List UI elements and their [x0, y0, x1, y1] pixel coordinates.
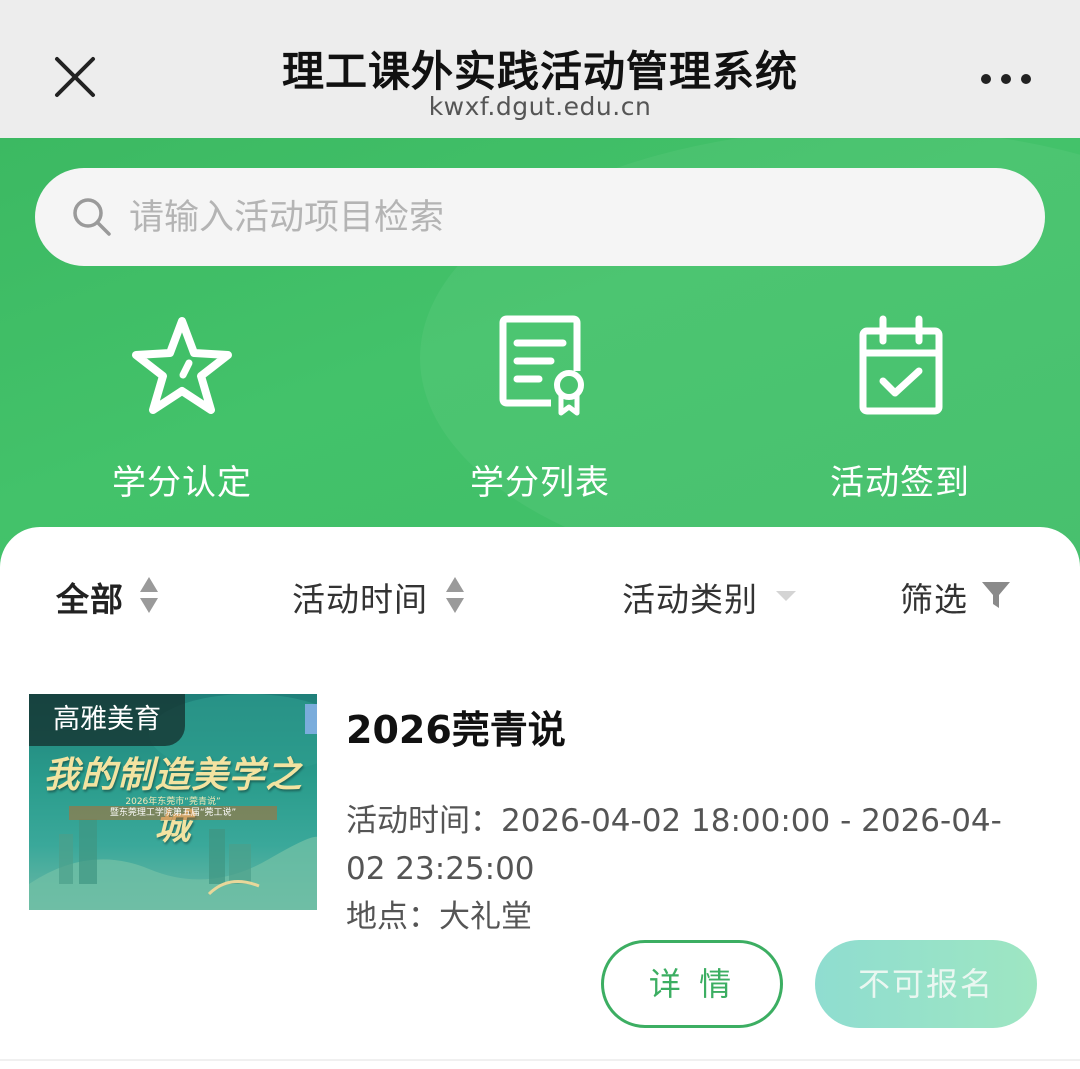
activity-title[interactable]: 2026莞青说 — [346, 699, 566, 754]
dropdown-icon — [774, 588, 798, 607]
activity-place-label: 地点： — [346, 899, 439, 935]
filter-activity-time[interactable]: 活动时间 — [292, 575, 466, 619]
star-icon — [62, 313, 302, 418]
page-title: 理工课外实践活动管理系统 — [281, 47, 798, 96]
filter-activity-category[interactable]: 活动类别 — [622, 575, 798, 619]
nav-label: 活动签到 — [830, 463, 970, 503]
image-subtitle-banner: 暨东莞理工学院第五届“莞工说” — [69, 806, 277, 820]
list-divider — [0, 1059, 1080, 1061]
nav-activity-checkin[interactable]: 活动签到 — [780, 313, 1020, 503]
nav-label: 学分列表 — [470, 463, 610, 503]
category-tag: 高雅美育 — [29, 694, 185, 746]
search-bar[interactable] — [35, 168, 1045, 266]
more-dots-icon[interactable] — [976, 68, 1036, 90]
nav-label: 学分认定 — [112, 463, 252, 503]
detail-button[interactable]: 详 情 — [601, 940, 783, 1028]
search-input[interactable] — [127, 182, 1011, 254]
activity-place: 地点：大礼堂 — [346, 893, 1026, 941]
filter-label: 筛选 — [900, 580, 968, 619]
nav-credit-list[interactable]: 学分列表 — [420, 313, 660, 503]
signup-button: 不可报名 — [815, 940, 1037, 1028]
page-url: kwxf.dgut.edu.cn — [428, 92, 652, 121]
filter-all[interactable]: 全部 — [56, 575, 160, 619]
calendar-check-icon — [780, 313, 1020, 418]
nav-credit-recognition[interactable]: 学分认定 — [62, 313, 302, 503]
filter-label: 活动类别 — [622, 580, 758, 619]
top-bar: 理工课外实践活动管理系统 kwxf.dgut.edu.cn — [0, 0, 1080, 138]
activity-time-label: 活动时间： — [346, 803, 501, 839]
sort-icon — [444, 575, 466, 619]
activity-list-panel: 全部 活动时间 活动类别 筛选 高雅美育 我的制造美学之城 2026年东莞市“莞… — [0, 527, 1080, 1069]
search-icon — [71, 196, 113, 238]
sort-icon — [138, 575, 160, 619]
filter-label: 全部 — [56, 580, 124, 619]
certificate-icon — [420, 313, 660, 418]
activity-image[interactable]: 高雅美育 我的制造美学之城 2026年东莞市“莞青说” 暨东莞理工学院第五届“莞… — [29, 694, 317, 910]
header-banner: 学分认定 学分列表 活动签到 — [0, 138, 1080, 578]
filter-screen[interactable]: 筛选 — [900, 575, 1012, 619]
funnel-icon — [980, 579, 1012, 615]
activity-time: 活动时间：2026-04-02 18:00:00 - 2026-04-02 23… — [346, 797, 1026, 893]
activity-place-value: 大礼堂 — [439, 899, 532, 935]
filter-label: 活动时间 — [292, 580, 428, 619]
